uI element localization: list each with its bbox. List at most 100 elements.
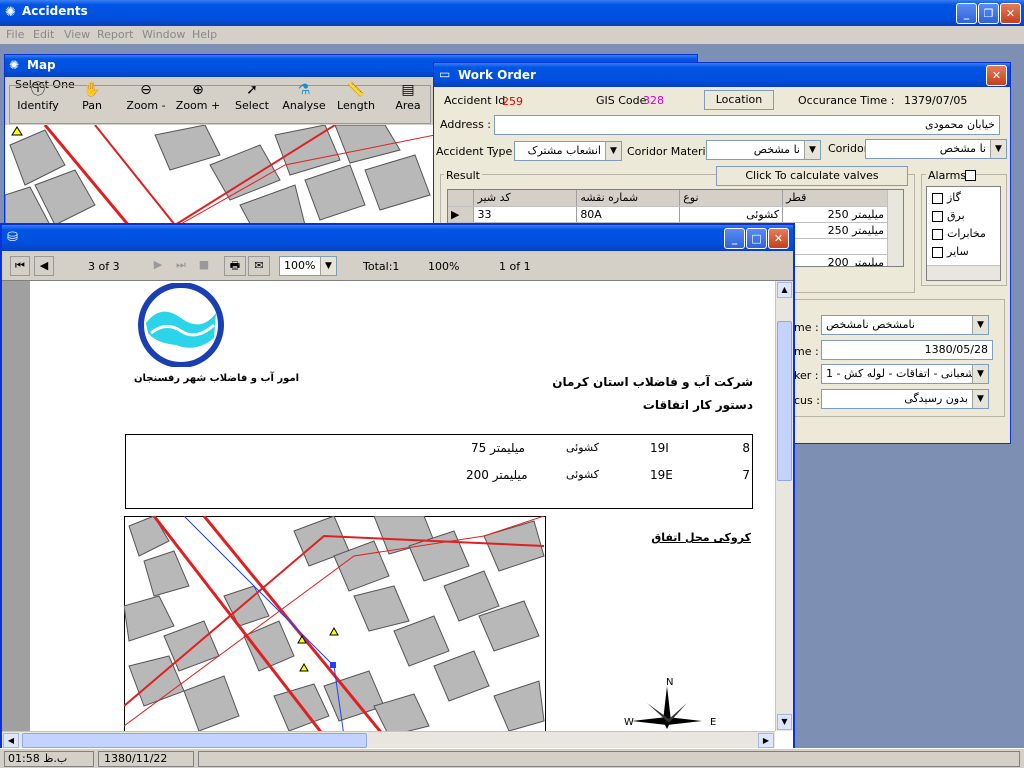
valve-row-1-code: 19I — [650, 441, 669, 455]
grid-header-type[interactable]: نوع — [679, 190, 784, 207]
tool-analyse[interactable]: ⚗ Analyse — [279, 81, 329, 119]
report-horizontal-scrollbar[interactable]: ◀ ▶ — [2, 731, 775, 749]
tool-area[interactable]: ▤ Area — [383, 81, 433, 119]
grid-vertical-scrollbar[interactable] — [887, 190, 903, 266]
valve-table: 8 19I کشوئی میلیمتر 75 7 19E کشوئی میلیم… — [125, 434, 753, 509]
form-row-value-1: نامشخص نامشخص — [826, 318, 915, 331]
grid-cell[interactable]: 33 — [473, 206, 578, 223]
restore-button[interactable]: ❐ — [978, 3, 999, 24]
scroll-down-icon[interactable]: ▼ — [777, 714, 792, 730]
chevron-down-icon: ▼ — [320, 257, 336, 275]
status-time: 01:58 ب.ظ — [4, 751, 94, 767]
grid-cell[interactable]: 80A — [576, 206, 681, 223]
last-page-icon[interactable]: ⏭ — [171, 256, 191, 276]
tool-pan[interactable]: ✋ Pan — [67, 81, 117, 119]
alarm-item-other[interactable]: سایر — [932, 245, 969, 258]
alarm-item-gas[interactable]: گاز — [932, 191, 961, 204]
alarm-telecom-checkbox[interactable] — [932, 228, 943, 240]
grid-cell[interactable] — [782, 238, 888, 255]
tool-zoom-out[interactable]: ⊖ Zoom - — [121, 81, 171, 119]
scroll-up-icon[interactable]: ▲ — [777, 282, 792, 298]
compass-east: E — [710, 717, 717, 728]
menu-window[interactable]: Window — [142, 28, 185, 41]
corridor-label: Coridor — [828, 142, 869, 155]
work-order-title-bar[interactable]: ▭ Work Order ✕ — [434, 63, 1010, 87]
tool-identify-label: Identify — [17, 99, 59, 112]
chevron-down-icon: ▼ — [804, 141, 820, 159]
report-minimize-button[interactable]: _ — [724, 228, 745, 249]
ruler-icon: 📏 — [347, 82, 365, 98]
page-indicator: 3 of 3 — [88, 260, 120, 273]
location-button[interactable]: Location — [704, 90, 774, 110]
chevron-down-icon: ▼ — [990, 140, 1006, 158]
menu-report[interactable]: Report — [97, 28, 133, 41]
app-icon: ✺ — [5, 5, 16, 20]
scroll-left-icon[interactable]: ◀ — [3, 733, 19, 748]
tool-select[interactable]: ➚ Select — [227, 81, 277, 119]
menu-edit[interactable]: Edit — [33, 28, 54, 41]
gis-code-value: 328 — [643, 94, 664, 107]
grid-header-valve-code[interactable]: کد شیر — [473, 190, 578, 207]
occurance-label: Occurance Time : — [798, 94, 895, 107]
address-field[interactable]: خیابان محمودی — [494, 115, 1000, 135]
alarm-item-telecom[interactable]: مخابرات — [932, 227, 986, 240]
grid-cell[interactable]: میلیمتر 250 — [782, 206, 888, 223]
report-window: ⛁ _ □ ✕ ⏮ ◀ 3 of 3 ▶ ⏭ ■ 🖶 ✉ 100% ▼ Total… — [0, 223, 795, 751]
tool-length[interactable]: 📏 Length — [331, 81, 381, 119]
grid-cell[interactable]: میلیمتر 200 — [782, 254, 888, 266]
report-close-button[interactable]: ✕ — [768, 228, 789, 249]
report-page: امور آب و فاضلاب شهر رفسنجان شرکت آب و ف… — [30, 281, 775, 731]
menu-bar: File Edit View Report Window Help — [0, 26, 1024, 44]
report-title-bar[interactable]: ⛁ _ □ ✕ — [2, 225, 793, 251]
tool-zoom-in[interactable]: ⊕ Zoom + — [173, 81, 223, 119]
grid-header-map-number[interactable]: شماره نقشه — [576, 190, 681, 207]
table-row[interactable]: ▶ 33 80A کشوئی میلیمتر 250 — [448, 206, 888, 223]
stop-icon[interactable]: ■ — [194, 256, 214, 276]
alarm-power-label: برق — [947, 209, 965, 222]
prev-page-icon[interactable]: ◀ — [34, 256, 54, 276]
grid-header-diameter[interactable]: قطر — [782, 190, 888, 207]
map-window-title: Map — [27, 58, 56, 72]
print-icon[interactable]: 🖶 — [224, 256, 246, 276]
minimize-button[interactable]: _ — [956, 3, 977, 24]
scroll-right-icon[interactable]: ▶ — [758, 733, 774, 748]
work-order-close-button[interactable]: ✕ — [986, 65, 1007, 86]
form-row-select-1[interactable]: نامشخص نامشخص ▼ — [821, 315, 989, 335]
calculate-valves-button[interactable]: Click To calculate valves — [716, 166, 908, 186]
valve-row-2-code: 19E — [650, 468, 673, 482]
report-vertical-scrollbar[interactable]: ▲ ▼ — [775, 281, 793, 731]
scroll-thumb[interactable] — [777, 321, 792, 481]
gis-code-label: GIS Code — [596, 94, 647, 107]
alarm-other-checkbox[interactable] — [932, 246, 943, 258]
corridor-select[interactable]: نا مشخص ▼ — [865, 139, 1007, 159]
next-page-icon[interactable]: ▶ — [148, 256, 168, 276]
menu-view[interactable]: View — [64, 28, 90, 41]
chevron-down-icon: ▼ — [972, 316, 988, 334]
grid-cell[interactable]: میلیمتر 250 — [782, 222, 888, 239]
report-map — [124, 516, 546, 731]
tool-identify[interactable]: ⓘ Identify — [13, 81, 63, 119]
menu-help[interactable]: Help — [192, 28, 217, 41]
first-page-icon[interactable]: ⏮ — [10, 256, 30, 276]
alarm-gas-checkbox[interactable] — [932, 192, 943, 204]
report-maximize-button[interactable]: □ — [746, 228, 767, 249]
main-title-bar[interactable]: ✺ Accidents _ ❐ ✕ — [0, 0, 1024, 26]
export-icon[interactable]: ✉ — [248, 256, 270, 276]
record-indicator: 1 of 1 — [499, 260, 531, 273]
form-row-select-4[interactable]: بدون رسیدگی ▼ — [821, 389, 989, 409]
close-button[interactable]: ✕ — [1000, 3, 1021, 24]
h-scroll-thumb[interactable] — [22, 733, 367, 748]
alarm-power-checkbox[interactable] — [932, 210, 943, 222]
address-label: Address : — [440, 118, 492, 131]
accident-type-select[interactable]: انشعاب مشترک ▼ — [514, 141, 622, 161]
corridor-material-select[interactable]: نا مشخص ▼ — [706, 140, 821, 160]
grid-cell[interactable]: کشوئی — [679, 206, 784, 223]
alarms-horizontal-scrollbar[interactable] — [927, 265, 1000, 280]
form-row-select-3[interactable]: شعبانی - اتفاقات - لوله کش - 1 ▼ — [821, 364, 989, 384]
valve-row-1-type: کشوئی — [566, 441, 599, 454]
zoom-select[interactable]: 100% ▼ — [279, 256, 337, 276]
menu-file[interactable]: File — [6, 28, 24, 41]
alarm-item-power[interactable]: برق — [932, 209, 965, 222]
alarms-checkbox[interactable] — [965, 170, 976, 181]
form-row-field-2[interactable]: 1380/05/28 — [821, 340, 993, 360]
